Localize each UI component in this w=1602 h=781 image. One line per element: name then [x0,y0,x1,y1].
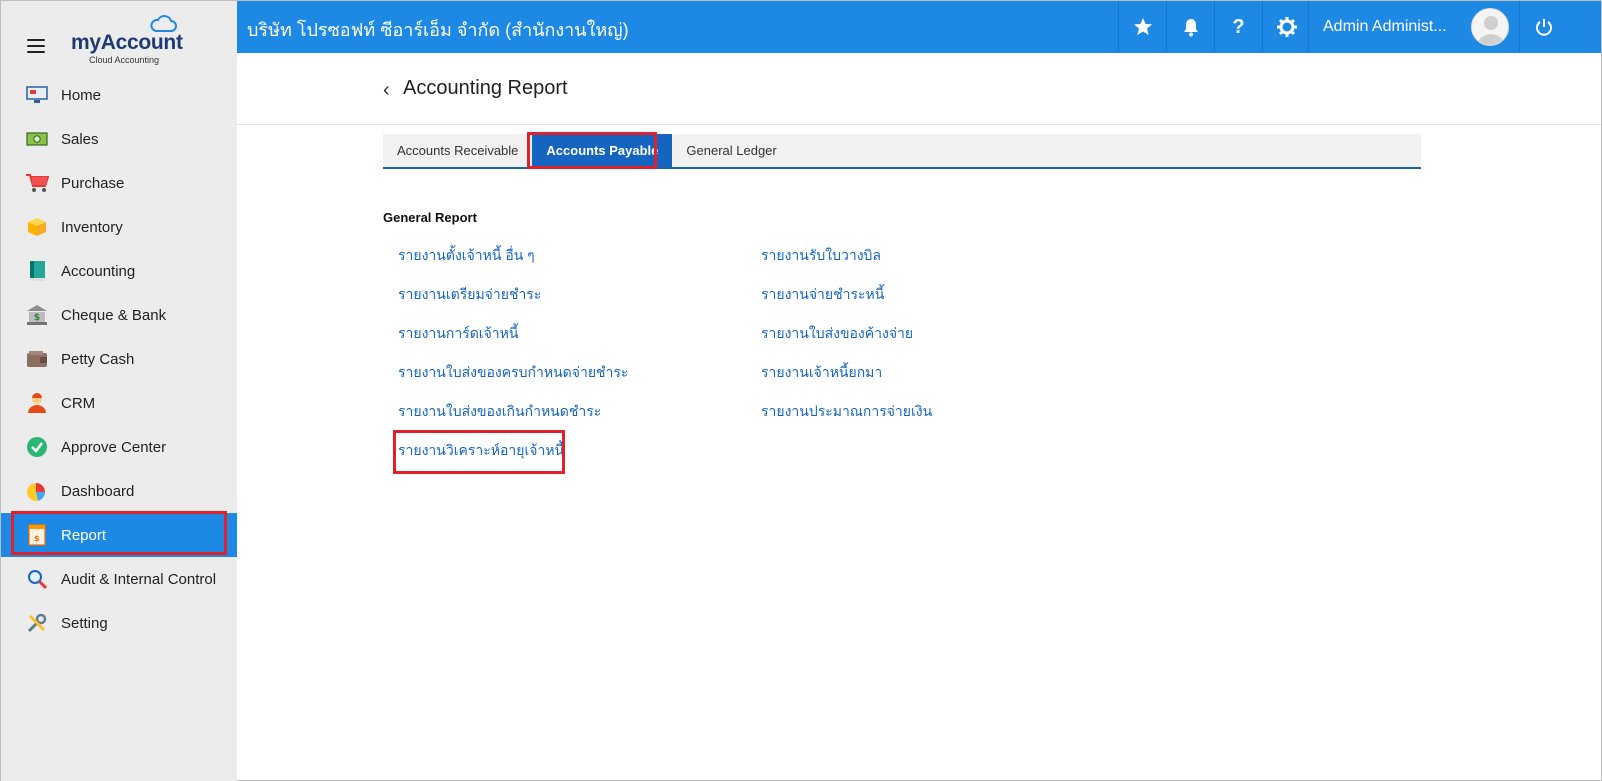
settings-button[interactable] [1262,1,1310,53]
sidebar-item-label: Audit & Internal Control [61,570,217,588]
page-title: Accounting Report [403,77,568,99]
sidebar-item-crm[interactable]: CRM [1,381,237,425]
sidebar-item-label: CRM [61,394,96,412]
money-icon [25,127,49,151]
sidebar-item-label: Dashboard [61,482,135,500]
tab-general-ledger[interactable]: General Ledger [672,134,790,167]
sidebar-item-sales[interactable]: Sales [1,117,237,161]
user-menu[interactable]: Admin Administ... [1308,1,1518,53]
svg-text:$: $ [34,313,40,323]
sidebar-item-label: Inventory [61,218,123,236]
home-monitor-icon [25,83,49,107]
hamburger-menu-icon[interactable] [27,39,45,53]
check-circle-icon [25,435,49,459]
sidebar-item-approve-center[interactable]: Approve Center [1,425,237,469]
sidebar-item-label: Approve Center [61,438,167,456]
company-name[interactable]: บริษัท โปรซอฟท์ ซีอาร์เอ็ม จำกัด (สำนักง… [247,15,629,44]
sidebar-item-dashboard[interactable]: Dashboard [1,469,237,513]
help-button[interactable]: ? [1214,1,1262,53]
sidebar: myAccount Cloud Accounting Home Sales Pu… [1,1,237,781]
sidebar-item-setting[interactable]: Setting [1,601,237,645]
logo-text: myAccount [71,31,183,54]
report-links-left: รายงานตั้งเจ้าหนี้ อื่น ๆ รายงานเตรียมจ่… [398,243,628,477]
report-link[interactable]: รายงานใบส่งของค้างจ่าย [761,321,932,360]
gear-icon [1276,17,1297,37]
sidebar-item-audit[interactable]: Audit & Internal Control [1,557,237,601]
sidebar-item-label: Petty Cash [61,350,135,368]
sidebar-item-accounting[interactable]: Accounting [1,249,237,293]
sidebar-item-label: Cheque & Bank [61,306,167,324]
pie-chart-icon [25,479,49,503]
app-logo[interactable]: myAccount Cloud Accounting [71,15,191,67]
user-name: Admin Administ... [1323,18,1447,35]
section-title: General Report [383,210,477,225]
report-link[interactable]: รายงานเตรียมจ่ายชำระ [398,282,628,321]
header-divider [237,124,1601,125]
bell-icon [1183,19,1198,37]
person-icon [25,391,49,415]
magnifier-icon [25,567,49,591]
report-link[interactable]: รายงานการ์ดเจ้าหนี้ [398,321,628,360]
tab-accounts-receivable[interactable]: Accounts Receivable [383,134,532,167]
star-icon [1133,18,1152,35]
bank-icon: $ [25,303,49,327]
report-icon: $ [25,523,49,547]
report-link[interactable]: รายงานเจ้าหนี้ยกมา [761,360,932,399]
report-links-right: รายงานรับใบวางบิล รายงานจ่ายชำระหนี้ ราย… [761,243,932,438]
sidebar-item-label: Purchase [61,174,125,192]
tools-icon [25,611,49,635]
report-link[interactable]: รายงานประมาณการจ่ายเงิน [761,399,932,438]
svg-text:$: $ [34,534,40,543]
back-chevron-icon[interactable]: ‹ [383,79,390,102]
sidebar-item-label: Sales [61,130,99,148]
report-link[interactable]: รายงานตั้งเจ้าหนี้ อื่น ๆ [398,243,628,282]
topbar: บริษัท โปรซอฟท์ ซีอาร์เอ็ม จำกัด (สำนักง… [237,1,1601,53]
report-link[interactable]: รายงานใบส่งของเกินกำหนดชำระ [398,399,628,438]
favorite-button[interactable] [1118,1,1166,53]
cart-icon [25,171,49,195]
sidebar-item-label: Accounting [61,262,136,280]
logout-button[interactable] [1519,1,1567,53]
book-icon [25,259,49,283]
wallet-icon [25,347,49,371]
report-link[interactable]: รายงานใบส่งของครบกำหนดจ่ายชำระ [398,360,628,399]
sidebar-item-label: Home [61,86,102,104]
sidebar-item-report[interactable]: $ Report [1,513,237,557]
power-icon [1535,19,1552,36]
report-link[interactable]: รายงานจ่ายชำระหนี้ [761,282,932,321]
report-link[interactable]: รายงานรับใบวางบิล [761,243,932,282]
main-content: ‹ Accounting Report Accounts Receivable … [237,53,1601,780]
notification-button[interactable] [1166,1,1214,53]
sidebar-item-cheque-bank[interactable]: $ Cheque & Bank [1,293,237,337]
sidebar-item-inventory[interactable]: Inventory [1,205,237,249]
sidebar-item-home[interactable]: Home [1,73,237,117]
avatar[interactable] [1471,8,1509,46]
sidebar-item-purchase[interactable]: Purchase [1,161,237,205]
tab-accounts-payable[interactable]: Accounts Payable [532,134,673,167]
sidebar-item-label: Report [61,526,107,544]
question-icon: ? [1232,15,1245,38]
brand-area: myAccount Cloud Accounting [1,1,237,73]
report-link-ap-aging[interactable]: รายงานวิเคราะห์อายุเจ้าหนี้ [398,438,628,477]
sidebar-item-petty-cash[interactable]: Petty Cash [1,337,237,381]
sidebar-item-label: Setting [61,614,108,632]
box-icon [25,215,49,239]
report-tabs: Accounts Receivable Accounts Payable Gen… [383,134,1421,169]
logo-subtitle: Cloud Accounting [89,55,160,65]
sidebar-nav: Home Sales Purchase Inventory Accounting [1,73,237,645]
